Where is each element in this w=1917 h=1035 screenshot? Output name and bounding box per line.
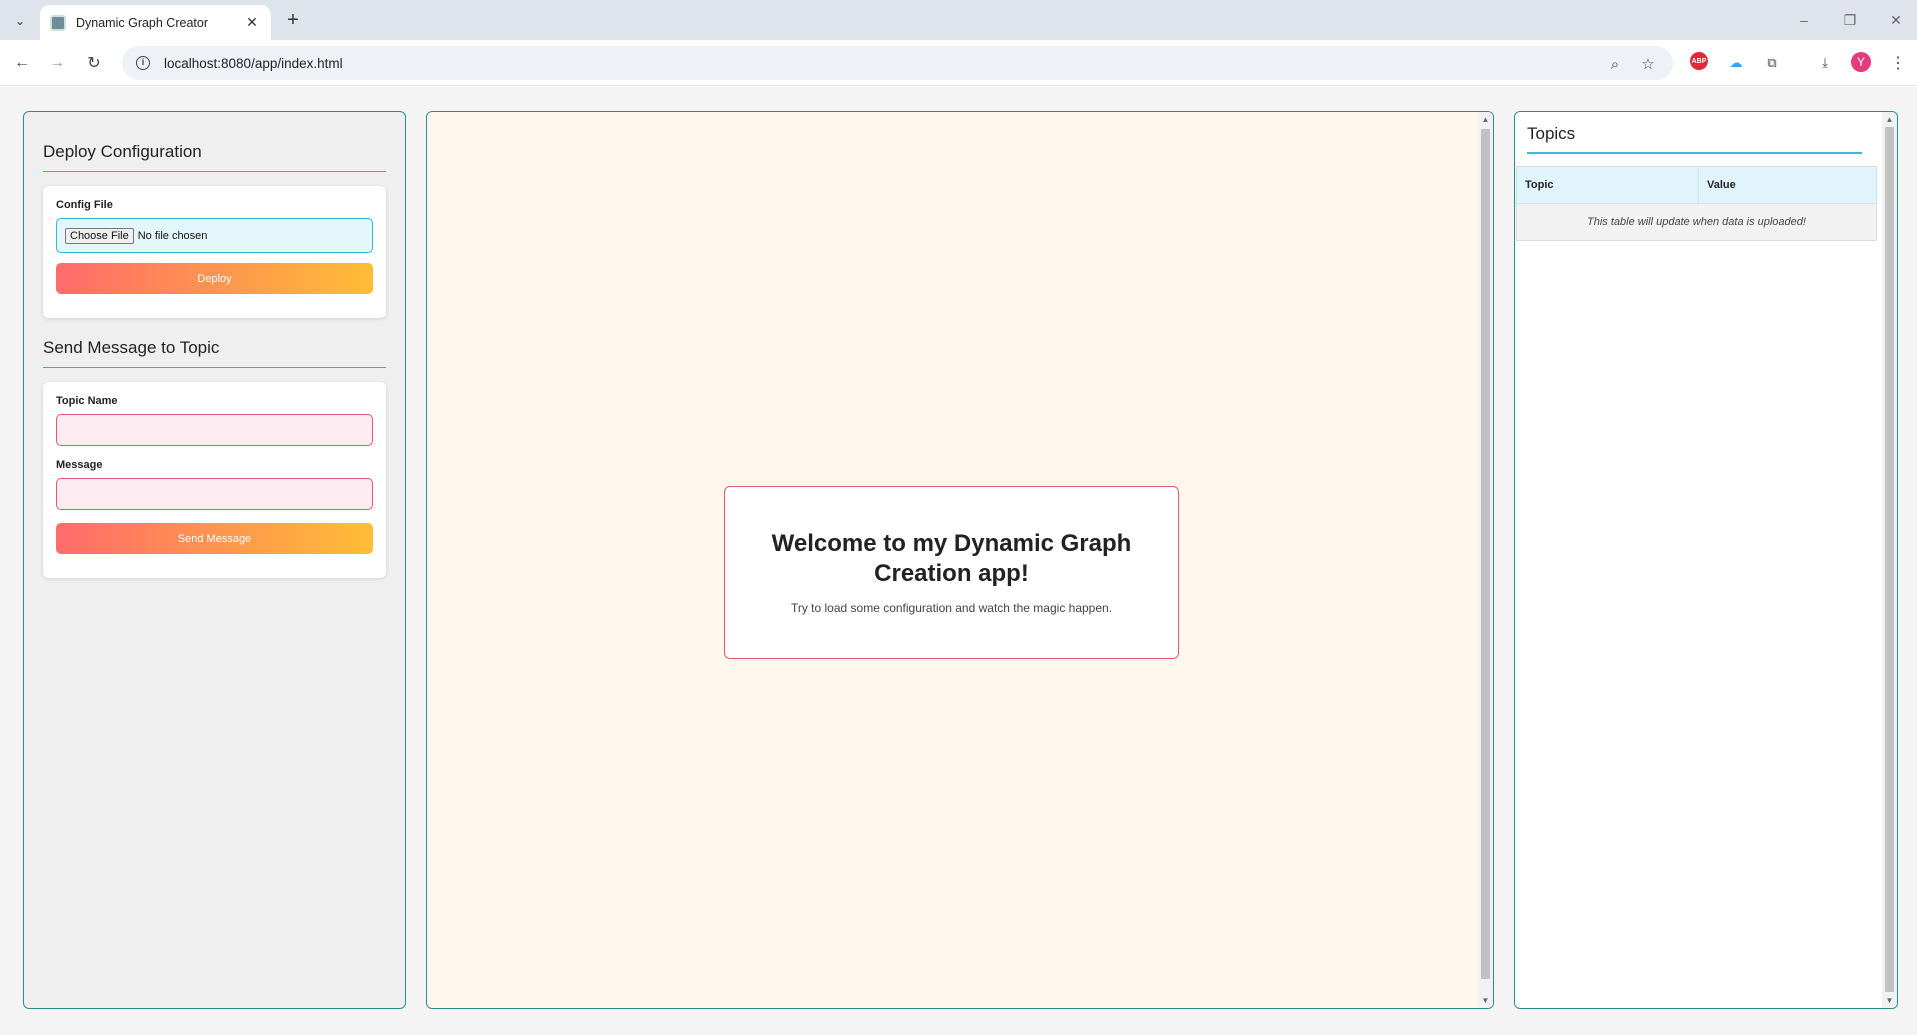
tab-title: Dynamic Graph Creator <box>76 15 208 30</box>
app-page: Deploy Configuration Config File Choose … <box>0 87 1917 1035</box>
topics-header: Topics <box>1515 112 1897 154</box>
deploy-card: Config File Choose File No file chosen D… <box>43 186 386 318</box>
graph-scrollbar-thumb[interactable] <box>1481 129 1490 979</box>
scroll-up-icon[interactable]: ▲ <box>1478 112 1493 127</box>
reload-icon[interactable]: ↻ <box>82 51 106 75</box>
minimize-icon[interactable]: – <box>1789 8 1819 32</box>
send-message-card: Topic Name Message Send Message <box>43 382 386 578</box>
adblock-extension-icon[interactable]: ABP <box>1690 52 1708 70</box>
graph-scrollbar[interactable]: ▲ ▼ <box>1478 112 1493 1008</box>
browser-menu-icon[interactable]: ⋮ <box>1887 52 1909 74</box>
profile-avatar[interactable]: Y <box>1851 52 1871 72</box>
config-file-input[interactable]: Choose File No file chosen <box>56 218 373 253</box>
topics-panel: Topics Topic Value This table will updat… <box>1514 111 1898 1009</box>
url-text[interactable]: localhost:8080/app/index.html <box>164 56 343 71</box>
address-bar[interactable]: i localhost:8080/app/index.html ⌕ ☆ <box>122 46 1673 80</box>
welcome-title: Welcome to my Dynamic Graph Creation app… <box>771 530 1132 587</box>
close-window-icon[interactable]: ✕ <box>1881 8 1911 32</box>
control-panel: Deploy Configuration Config File Choose … <box>23 111 406 1009</box>
column-header-value: Value <box>1698 166 1877 204</box>
topics-table: Topic Value This table will update when … <box>1516 166 1877 241</box>
browser-tab-bar: ⌄ Dynamic Graph Creator ✕ + – ❐ ✕ <box>0 0 1917 40</box>
welcome-subtitle: Try to load some configuration and watch… <box>790 601 1113 615</box>
bookmark-star-icon[interactable]: ☆ <box>1638 54 1658 74</box>
topics-scroll-down-icon[interactable]: ▼ <box>1882 993 1897 1008</box>
choose-file-button[interactable]: Choose File <box>65 227 134 244</box>
table-header-row: Topic Value <box>1516 166 1877 204</box>
topics-title: Topics <box>1527 124 1862 154</box>
back-icon[interactable]: ← <box>10 51 34 75</box>
graph-canvas[interactable]: Welcome to my Dynamic Graph Creation app… <box>426 111 1494 1009</box>
message-label: Message <box>56 459 103 471</box>
config-file-label: Config File <box>56 199 113 211</box>
send-message-button[interactable]: Send Message <box>56 523 373 554</box>
deploy-section-title: Deploy Configuration <box>43 142 386 172</box>
deploy-button[interactable]: Deploy <box>56 263 373 294</box>
downloads-icon[interactable]: ⤓ <box>1814 52 1836 74</box>
empty-table-message: This table will update when data is uplo… <box>1516 203 1877 241</box>
cloud-extension-icon[interactable]: ☁ <box>1725 52 1747 74</box>
extensions-puzzle-icon[interactable]: ⧉ <box>1761 52 1783 74</box>
table-row: This table will update when data is uplo… <box>1516 203 1877 241</box>
site-info-icon[interactable]: i <box>136 56 150 70</box>
forward-icon[interactable]: → <box>45 51 69 75</box>
topics-scrollbar-thumb[interactable] <box>1885 127 1894 992</box>
scroll-down-icon[interactable]: ▼ <box>1478 993 1493 1008</box>
topic-name-input[interactable] <box>56 414 373 446</box>
browser-toolbar: ← → ↻ i localhost:8080/app/index.html ⌕ … <box>0 40 1917 86</box>
topics-scrollbar[interactable]: ▲ ▼ <box>1882 112 1897 1008</box>
message-input[interactable] <box>56 478 373 510</box>
column-header-topic: Topic <box>1516 166 1699 204</box>
browser-tab[interactable]: Dynamic Graph Creator ✕ <box>40 5 271 40</box>
topics-scroll-up-icon[interactable]: ▲ <box>1882 112 1897 127</box>
tab-search-chevron-icon[interactable]: ⌄ <box>8 9 32 33</box>
tab-favicon-icon <box>50 14 66 31</box>
tab-close-icon[interactable]: ✕ <box>243 14 261 31</box>
new-tab-icon[interactable]: + <box>281 8 305 32</box>
restore-icon[interactable]: ❐ <box>1835 8 1865 32</box>
topic-name-label: Topic Name <box>56 395 118 407</box>
zoom-icon[interactable]: ⌕ <box>1605 54 1625 74</box>
welcome-card: Welcome to my Dynamic Graph Creation app… <box>724 486 1179 659</box>
send-message-section-title: Send Message to Topic <box>43 338 386 368</box>
file-status-text: No file chosen <box>137 229 208 242</box>
